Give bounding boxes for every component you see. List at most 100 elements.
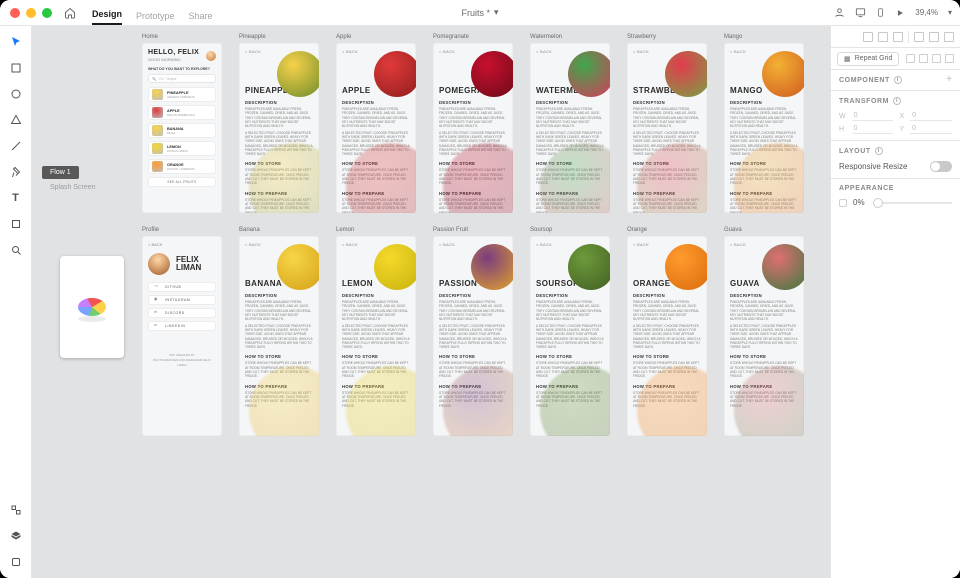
artboard-pomegranate[interactable]: < BACK POMEGRANATE DESCRIPTION PINEAPPLE… xyxy=(433,43,513,213)
description-heading: DESCRIPTION xyxy=(245,293,313,298)
info-icon[interactable]: i xyxy=(893,97,901,105)
artboard-pineapple[interactable]: < BACK PINEAPPLE DESCRIPTION PINEAPPLES … xyxy=(239,43,319,213)
tab-prototype[interactable]: Prototype xyxy=(136,11,175,25)
responsive-toggle[interactable] xyxy=(930,161,952,172)
avatar[interactable] xyxy=(206,51,216,61)
align-right-icon[interactable] xyxy=(893,32,903,42)
artboard-label[interactable]: Lemon xyxy=(336,227,416,233)
mobile-preview-icon[interactable] xyxy=(876,7,885,18)
exclude-icon[interactable] xyxy=(945,54,954,63)
close-window-button[interactable] xyxy=(10,8,20,18)
play-icon[interactable] xyxy=(895,8,905,18)
social-row-linkedin[interactable]: inLINKEDIN xyxy=(148,321,216,331)
line-tool-icon[interactable] xyxy=(8,138,24,154)
align-bottom-icon[interactable] xyxy=(944,32,954,42)
select-tool-icon[interactable] xyxy=(8,34,24,50)
zoom-tool-icon[interactable] xyxy=(8,242,24,258)
linkedin-icon: in xyxy=(154,323,160,329)
artboard-home[interactable]: HELLO, FELIX GOOD MORNING WHAT DO YOU WA… xyxy=(142,43,222,213)
artboard-label[interactable]: Home xyxy=(142,34,222,40)
artboard-label[interactable]: Guava xyxy=(724,227,804,233)
repeat-grid-row: ▦ Repeat Grid xyxy=(831,48,960,70)
plugins-icon[interactable] xyxy=(8,554,24,570)
artboard-label[interactable]: Passion Fruit xyxy=(433,227,513,233)
opacity-checkbox[interactable] xyxy=(839,199,847,207)
align-center-h-icon[interactable] xyxy=(878,32,888,42)
tab-design[interactable]: Design xyxy=(92,9,122,25)
artboard-profile[interactable]: < BACK FELIXLIMAN ⌥GITHUB ▣INSTAGRAM ✉DI… xyxy=(142,236,222,436)
artboard-soursop[interactable]: < BACK SOURSOP DESCRIPTION PINEAPPLES AR… xyxy=(530,236,610,436)
add-component-button[interactable]: + xyxy=(946,76,952,84)
home-icon[interactable] xyxy=(64,7,76,19)
back-link[interactable]: < BACK xyxy=(148,242,216,247)
rectangle-tool-icon[interactable] xyxy=(8,60,24,76)
search-input[interactable]: 🔍 Ex: "Grape" xyxy=(148,74,216,83)
artboard-lemon[interactable]: < BACK LEMON DESCRIPTION PINEAPPLES ARE … xyxy=(336,236,416,436)
social-row-github[interactable]: ⌥GITHUB xyxy=(148,282,216,292)
x-field[interactable] xyxy=(910,111,952,121)
artboard-strawberry[interactable]: < BACK STRAWBERRY DESCRIPTION PINEAPPLES… xyxy=(627,43,707,213)
social-label: INSTAGRAM xyxy=(165,298,190,302)
height-field[interactable] xyxy=(852,124,894,134)
width-field[interactable] xyxy=(852,111,894,121)
list-item[interactable]: BANANAMUSA xyxy=(148,123,216,138)
intersect-icon[interactable] xyxy=(932,54,941,63)
zoom-window-button[interactable] xyxy=(42,8,52,18)
tab-share[interactable]: Share xyxy=(189,11,213,25)
description-heading: DESCRIPTION xyxy=(245,100,313,105)
pen-tool-icon[interactable] xyxy=(8,164,24,180)
align-center-v-icon[interactable] xyxy=(929,32,939,42)
assets-icon[interactable] xyxy=(8,502,24,518)
repeat-grid-button[interactable]: ▦ Repeat Grid xyxy=(837,52,899,66)
y-field[interactable] xyxy=(910,124,952,134)
list-item[interactable]: PINEAPPLEANANAS COMOSUS xyxy=(148,87,216,102)
flow-badge[interactable]: Flow 1 xyxy=(42,166,79,179)
chevron-down-icon[interactable]: ▾ xyxy=(494,7,499,18)
user-icon[interactable] xyxy=(834,7,845,18)
artboard-label[interactable]: Mango xyxy=(724,34,804,40)
artboard-passion[interactable]: < BACK PASSION FRUIT DESCRIPTION PINEAPP… xyxy=(433,236,513,436)
align-left-icon[interactable] xyxy=(863,32,873,42)
list-item[interactable]: LEMONCITRUS LIMON xyxy=(148,141,216,156)
desktop-preview-icon[interactable] xyxy=(855,7,866,18)
artboard-label[interactable]: Banana xyxy=(239,227,319,233)
artboard-splash[interactable] xyxy=(60,256,124,358)
artboard-tool-icon[interactable] xyxy=(8,216,24,232)
subtract-icon[interactable] xyxy=(919,54,928,63)
greeting: HELLO, FELIX xyxy=(148,49,199,56)
social-row-discord[interactable]: ✉DISCORD xyxy=(148,308,216,318)
union-icon[interactable] xyxy=(906,54,915,63)
artboard-watermelon[interactable]: < BACK WATERMELON DESCRIPTION PINEAPPLES… xyxy=(530,43,610,213)
see-all-button[interactable]: SEE ALL FRUITS xyxy=(148,177,216,187)
artboard-banana[interactable]: < BACK BANANA DESCRIPTION PINEAPPLES ARE… xyxy=(239,236,319,436)
artboard-guava[interactable]: < BACK GUAVA DESCRIPTION PINEAPPLES ARE … xyxy=(724,236,804,436)
text-tool-icon[interactable]: T xyxy=(8,190,24,206)
layers-icon[interactable] xyxy=(8,528,24,544)
info-icon[interactable]: i xyxy=(875,147,883,155)
canvas[interactable]: Flow 1 Splash Screen Home HELLO, FELIX G… xyxy=(32,26,830,578)
social-row-instagram[interactable]: ▣INSTAGRAM xyxy=(148,295,216,305)
opacity-slider[interactable] xyxy=(873,202,952,204)
artboard-label[interactable]: Strawberry xyxy=(627,34,707,40)
title-bar: Design Prototype Share Fruits * ▾ 39,4% … xyxy=(0,0,960,26)
minimize-window-button[interactable] xyxy=(26,8,36,18)
artboard-mango[interactable]: < BACK MANGO DESCRIPTION PINEAPPLES ARE … xyxy=(724,43,804,213)
artboard-apple[interactable]: < BACK APPLE DESCRIPTION PINEAPPLES ARE … xyxy=(336,43,416,213)
artboard-label[interactable]: Soursop xyxy=(530,227,610,233)
artboard-label[interactable]: Watermelon xyxy=(530,34,610,40)
ellipse-tool-icon[interactable] xyxy=(8,86,24,102)
artboard-label[interactable]: Apple xyxy=(336,34,416,40)
zoom-level[interactable]: 39,4% xyxy=(915,8,938,17)
align-top-icon[interactable] xyxy=(914,32,924,42)
artboard-label[interactable]: Profile xyxy=(142,227,222,233)
artboard-orange[interactable]: < BACK ORANGE DESCRIPTION PINEAPPLES ARE… xyxy=(627,236,707,436)
polygon-tool-icon[interactable] xyxy=(8,112,24,128)
list-item[interactable]: ORANGECITRUS × SINENSIS xyxy=(148,159,216,174)
info-icon[interactable]: i xyxy=(894,76,902,84)
chevron-down-icon[interactable]: ▾ xyxy=(948,8,952,17)
list-item[interactable]: APPLEMALUS DOMESTICA xyxy=(148,105,216,120)
artboard-label[interactable]: Pineapple xyxy=(239,34,319,40)
artboard-label[interactable]: Orange xyxy=(627,227,707,233)
artboard-label[interactable]: Pomegranate xyxy=(433,34,513,40)
artboard-label-splash[interactable]: Splash Screen xyxy=(44,182,102,193)
